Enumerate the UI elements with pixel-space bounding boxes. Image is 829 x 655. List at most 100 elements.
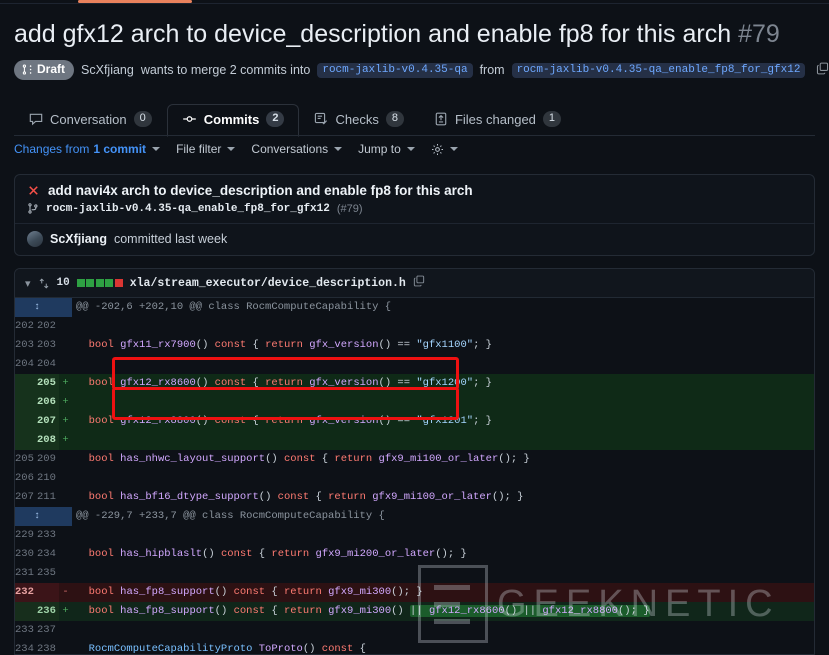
diff-subnav[interactable]: Changes from 1 commit File filter Conver…: [14, 142, 458, 156]
line-number-old: 229: [15, 526, 37, 545]
tab-commits-count: 2: [266, 111, 285, 127]
merge-description-2: from: [479, 63, 505, 77]
line-number-new: 211: [37, 488, 59, 507]
chevron-down-icon: [449, 147, 458, 151]
commit-branch-label[interactable]: rocm-jaxlib-v0.4.35-qa_enable_fp8_for_gf…: [46, 203, 330, 215]
gear-icon: [431, 143, 443, 155]
line-number-old: 230: [15, 545, 37, 564]
diff-table: ↕ @@ -202,6 +202,10 @@ class RocmComputeC…: [15, 298, 814, 654]
diff-code-line: bool gfx11_rx7900() const { return gfx_v…: [72, 336, 814, 355]
line-number-new: 233: [37, 526, 59, 545]
stat-square-add: [86, 279, 95, 287]
diff-code-line: bool gfx12_rx8800() const { return gfx_v…: [72, 412, 814, 431]
tab-checks-count: 8: [385, 111, 404, 127]
status-badge: Draft: [14, 60, 75, 80]
jump-to-dropdown[interactable]: Jump to: [358, 142, 415, 156]
chevron-down-icon: [152, 147, 161, 151]
merge-description-1: wants to merge 2 commits into: [140, 63, 311, 77]
diff-row-ctx: 233 237: [15, 621, 814, 640]
tab-commits[interactable]: Commits 2: [166, 104, 300, 137]
diff-marker: +: [59, 602, 72, 621]
diff-code-line: bool has_fp8_support() const { return gf…: [72, 583, 814, 602]
diff-marker: [59, 298, 72, 317]
tab-conversation[interactable]: Conversation 0: [14, 104, 167, 137]
line-number-new: 202: [37, 317, 59, 336]
base-branch-chip[interactable]: rocm-jaxlib-v0.4.35-qa: [317, 62, 473, 78]
diff-rows: ↕ @@ -202,6 +202,10 @@ class RocmComputeC…: [15, 298, 814, 654]
diff-marker: [59, 450, 72, 469]
x-failure-icon[interactable]: [27, 184, 40, 197]
tab-checks-label: Checks: [335, 111, 379, 127]
jump-to-label: Jump to: [358, 142, 401, 156]
line-number-old: 202: [15, 317, 37, 336]
tab-checks[interactable]: Checks 8: [299, 104, 418, 137]
diff-code-line: [72, 621, 814, 640]
changes-from-link[interactable]: 1 commit: [93, 142, 146, 156]
pr-title-text: add gfx12 arch to device_description and…: [14, 18, 814, 50]
chevron-down-icon[interactable]: ▾: [25, 277, 31, 290]
conversations-dropdown[interactable]: Conversations: [251, 142, 343, 156]
hunk-expander[interactable]: ↕: [15, 507, 59, 526]
nav-divider: [0, 3, 829, 4]
line-number-new: 234: [37, 545, 59, 564]
tab-files-count: 1: [542, 111, 562, 127]
copy-icon[interactable]: [816, 62, 829, 78]
commit-pr-reference[interactable]: (#79): [337, 203, 363, 215]
tab-conversation-count: 0: [133, 111, 152, 127]
copy-icon[interactable]: [413, 274, 425, 292]
commit-header: add navi4x arch to device_description an…: [15, 175, 814, 200]
stat-square-delete: [114, 279, 123, 287]
conversations-label: Conversations: [251, 142, 329, 156]
diff-row-add-green-block: 205 + bool gfx12_rx8600() const { return …: [15, 374, 814, 393]
commit-timestamp: committed last week: [113, 232, 228, 246]
line-number-new: [37, 583, 59, 602]
diff-settings-dropdown[interactable]: [431, 143, 458, 156]
changes-from-commit-filter[interactable]: Changes from 1 commit: [14, 142, 161, 156]
diff-row-ctx: 207 211 bool has_bf16_dtype_support() con…: [15, 488, 814, 507]
page-title: add gfx12 arch to device_description and…: [14, 18, 814, 50]
head-branch-chip[interactable]: rocm-jaxlib-v0.4.35-qa_enable_fp8_for_gf…: [511, 62, 806, 78]
diff-row-ctx: 206 210: [15, 469, 814, 488]
diff-marker: [59, 317, 72, 336]
diff-code-line: bool has_nhwc_layout_support() const { r…: [72, 450, 814, 469]
diff-code-line: bool has_hipblaslt() const { return gfx9…: [72, 545, 814, 564]
top-accent-strip: [0, 0, 829, 4]
commit-icon: [182, 116, 196, 122]
diff-file-header: ▾ 10 xla/stream_executor/device_descript…: [15, 269, 814, 298]
diff-row-ctx: 230 234 bool has_hipblaslt() const { retu…: [15, 545, 814, 564]
diff-marker: [59, 469, 72, 488]
line-number-new: 237: [37, 621, 59, 640]
hunk-expander[interactable]: ↕: [15, 298, 59, 317]
diff-file-path[interactable]: xla/stream_executor/device_description.h: [130, 277, 406, 290]
tab-files-changed[interactable]: Files changed 1: [419, 104, 576, 137]
line-number-new: 236: [37, 602, 59, 621]
commit-author-name[interactable]: ScXfjiang: [50, 232, 107, 246]
commit-message[interactable]: add navi4x arch to device_description an…: [48, 183, 473, 198]
file-filter-dropdown[interactable]: File filter: [176, 142, 236, 156]
stat-square-add: [105, 279, 114, 287]
line-number-new: 204: [37, 355, 59, 374]
line-number-new: 209: [37, 450, 59, 469]
avatar[interactable]: [27, 231, 43, 247]
commit-branch-row: rocm-jaxlib-v0.4.35-qa_enable_fp8_for_gf…: [15, 200, 814, 223]
diff-row-del: 232 - bool has_fp8_support() const { retu…: [15, 583, 814, 602]
line-number-old: 204: [15, 355, 37, 374]
diff-marker: +: [59, 412, 72, 431]
status-badge-label: Draft: [37, 62, 66, 76]
file-diff-icon: [435, 112, 447, 126]
diff-code-line: [72, 526, 814, 545]
line-number-new: 235: [37, 564, 59, 583]
line-number-old: 207: [15, 488, 37, 507]
diff-icon: [39, 277, 48, 289]
diff-marker: [59, 545, 72, 564]
hunk-header-text: @@ -229,7 +233,7 @@ class RocmComputeCap…: [72, 507, 814, 526]
diff-code-line: [72, 431, 814, 450]
diff-row-add-green-block: 206 +: [15, 393, 814, 412]
diff-marker: [59, 488, 72, 507]
stat-square-add: [95, 279, 104, 287]
pr-tab-bar[interactable]: Conversation 0 Commits 2 Checks 8 Files …: [14, 102, 576, 137]
commit-author-row: ScXfjiang committed last week: [15, 223, 814, 255]
checklist-icon: [315, 112, 328, 125]
pr-author-name[interactable]: ScXfjiang: [81, 63, 134, 77]
diff-code-line: bool gfx12_rx8600() const { return gfx_v…: [72, 374, 814, 393]
